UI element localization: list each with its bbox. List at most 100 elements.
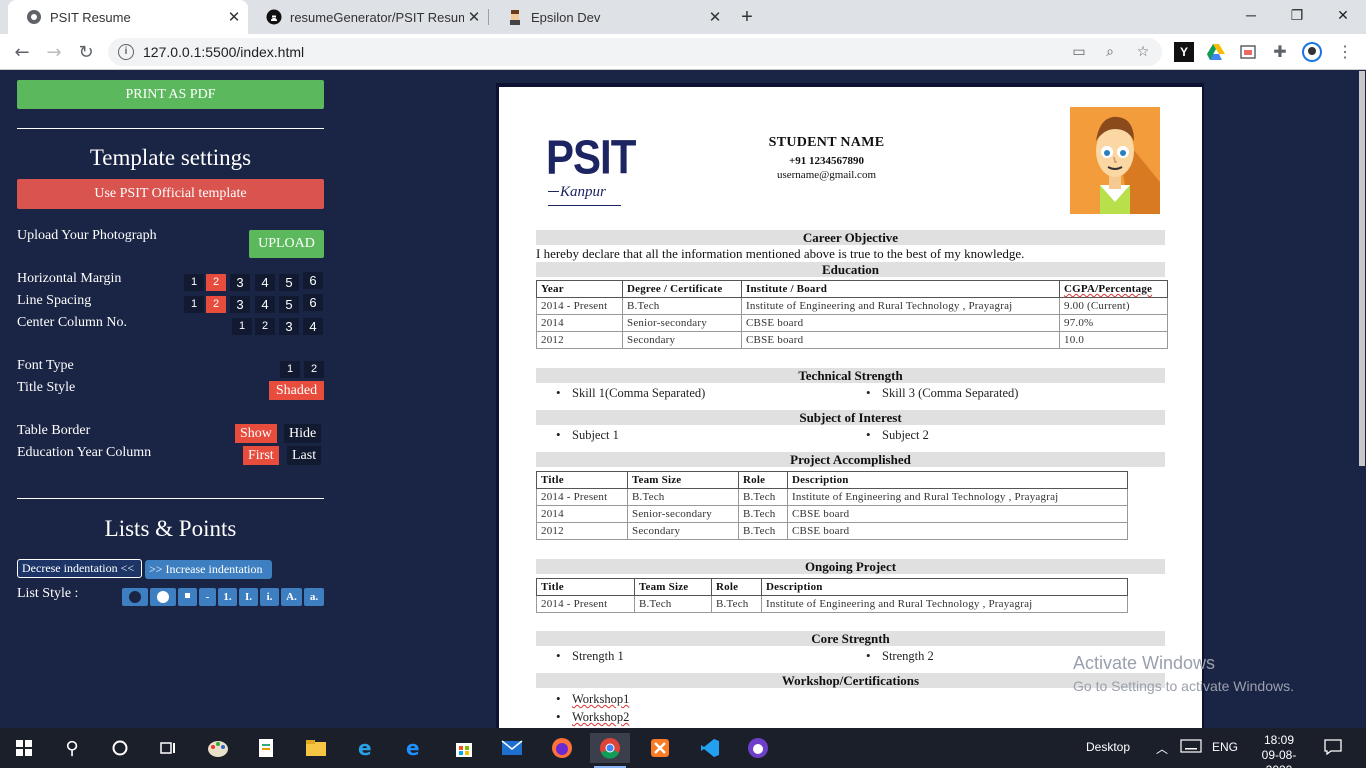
list-style-upper-roman-button[interactable]: I. [239,588,258,606]
project-accomplished-title[interactable]: Project Accomplished [536,452,1165,467]
tab-github[interactable]: resumeGenerator/PSIT Resume.p ✕ [248,0,488,34]
list-item[interactable]: Workshop2 [556,709,629,725]
store-icon[interactable] [444,733,484,763]
line-spacing-option-2[interactable]: 2 [206,296,226,313]
task-view-icon[interactable] [148,733,188,763]
desktop-toolbar-label[interactable]: Desktop [1086,740,1130,754]
new-tab-button[interactable]: + [734,5,760,29]
windows-start-icon[interactable] [4,733,44,763]
font-type-option-1[interactable]: 1 [280,361,300,378]
vertical-scrollbar[interactable] [1358,71,1366,728]
firefox-icon[interactable] [542,733,582,763]
xampp-icon[interactable] [640,733,680,763]
table-cell[interactable]: Institute of Engineering and Rural Techn… [787,488,1128,506]
h-margin-option-2[interactable]: 2 [206,274,226,291]
table-cell[interactable]: 97.0% [1059,314,1168,332]
table-cell[interactable]: 2014 [536,314,623,332]
keyboard-icon[interactable] [1180,739,1202,756]
workshop-certifications-title[interactable]: Workshop/Certifications [536,673,1165,688]
table-border-show-option[interactable]: Show [235,424,277,443]
student-phone[interactable]: +91 1234567890 [729,155,924,167]
internet-explorer-icon[interactable]: e [346,733,386,763]
profile-photo[interactable] [1070,107,1160,214]
bookmark-star-icon[interactable]: ☆ [1134,43,1152,61]
chrome-icon[interactable] [590,733,630,768]
chevron-up-icon[interactable]: ︿ [1156,740,1168,757]
table-cell[interactable]: B.Tech [711,595,762,613]
drive-icon[interactable] [1206,42,1226,62]
center-column-option-3[interactable]: 3 [279,318,299,335]
table-cell[interactable]: Secondary [622,331,742,349]
table-border-hide-option[interactable]: Hide [284,424,322,443]
font-type-option-2[interactable]: 2 [304,361,324,378]
vscode-icon[interactable] [690,733,730,763]
list-item[interactable]: Strength 2 [866,648,934,664]
center-column-option-4[interactable]: 4 [303,318,323,335]
list-item[interactable]: Subject 2 [866,427,929,443]
print-as-pdf-button[interactable]: PRINT AS PDF [17,80,324,109]
h-margin-option-3[interactable]: 3 [230,274,250,291]
list-item[interactable]: Skill 3 (Comma Separated) [866,385,1018,401]
table-cell[interactable]: 2014 - Present [536,595,635,613]
close-tab-icon[interactable]: ✕ [464,8,484,26]
career-objective-text[interactable]: I hereby declare that all the informatio… [536,246,1024,262]
scrollbar-thumb[interactable] [1359,71,1365,466]
table-cell[interactable]: CBSE board [741,314,1060,332]
table-cell[interactable]: 2014 - Present [536,297,623,315]
maximize-button[interactable]: ❐ [1274,0,1320,30]
table-cell[interactable]: 9.00 (Current) [1059,297,1168,315]
list-style-square-button[interactable] [178,588,197,606]
list-item[interactable]: Strength 1 [556,648,624,664]
language-indicator[interactable]: ENG [1212,740,1238,754]
center-column-option-2[interactable]: 2 [255,318,275,335]
table-cell[interactable]: B.Tech [627,488,739,506]
table-cell[interactable]: B.Tech [738,488,788,506]
table-cell[interactable]: 10.0 [1059,331,1168,349]
cast-icon[interactable]: ▭ [1070,43,1088,61]
table-cell[interactable]: 2014 [536,505,628,523]
kebab-menu-icon[interactable]: ⋮ [1335,42,1355,62]
notification-icon[interactable] [1324,739,1342,758]
title-style-shaded-option[interactable]: Shaded [269,381,324,400]
table-cell[interactable]: CBSE board [787,522,1128,540]
file-explorer-icon[interactable] [296,733,336,763]
table-cell[interactable]: Institute of Engineering and Rural Techn… [741,297,1060,315]
reload-icon[interactable]: ↻ [74,40,98,64]
list-style-disc-button[interactable] [122,588,148,606]
education-title[interactable]: Education [536,262,1165,277]
h-margin-option-6[interactable]: 6 [303,272,323,289]
core-strength-title[interactable]: Core Stregnth [536,631,1165,646]
list-style-dash-button[interactable]: - [199,588,216,606]
url-text[interactable]: 127.0.0.1:5500/index.html [143,44,304,60]
center-column-option-1[interactable]: 1 [232,318,252,335]
h-margin-option-1[interactable]: 1 [184,274,204,291]
mail-icon[interactable] [492,733,532,763]
document-app-icon[interactable] [246,733,286,763]
list-style-lower-roman-button[interactable]: i. [260,588,279,606]
extensions-puzzle-icon[interactable]: ✚ [1270,42,1290,62]
table-cell[interactable]: CBSE board [741,331,1060,349]
line-spacing-option-3[interactable]: 3 [230,296,250,313]
h-margin-option-4[interactable]: 4 [255,274,275,291]
upload-button[interactable]: UPLOAD [249,230,324,258]
table-cell[interactable]: 2012 [536,522,628,540]
table-cell[interactable]: CBSE board [787,505,1128,523]
use-official-template-button[interactable]: Use PSIT Official template [17,179,324,209]
info-icon[interactable]: i [118,44,134,60]
list-style-circle-button[interactable] [150,588,176,606]
increase-indentation-button[interactable]: >> Increase indentation [145,560,272,579]
student-email[interactable]: username@gmail.com [729,169,924,181]
cortana-icon[interactable] [100,733,140,763]
screenshot-extension-icon[interactable] [1238,42,1258,62]
address-bar[interactable]: i 127.0.0.1:5500/index.html ▭ ⌕ ☆ [108,38,1162,66]
subject-of-interest-title[interactable]: Subject of Interest [536,410,1165,425]
close-tab-icon[interactable]: ✕ [705,8,725,26]
edge-icon[interactable]: e [394,733,434,763]
line-spacing-option-1[interactable]: 1 [184,296,204,313]
list-item[interactable]: Subject 1 [556,427,619,443]
table-cell[interactable]: Institute of Engineering and Rural Techn… [761,595,1128,613]
table-cell[interactable]: Secondary [627,522,739,540]
table-cell[interactable]: B.Tech [622,297,742,315]
list-style-upper-alpha-button[interactable]: A. [281,588,302,606]
decrease-indentation-button[interactable]: Decrese indentation << [17,559,142,578]
